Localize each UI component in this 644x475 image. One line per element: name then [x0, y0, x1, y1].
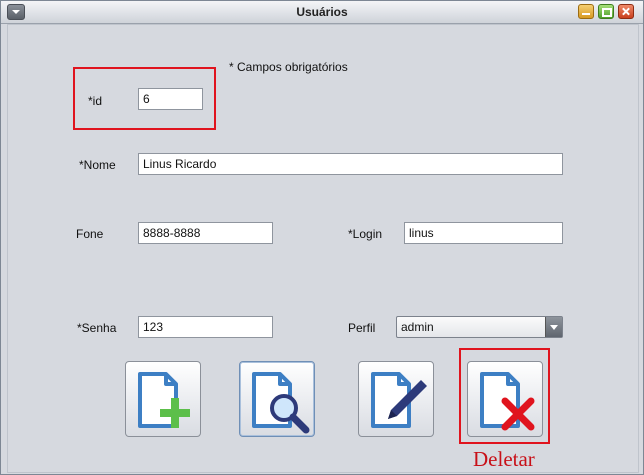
nome-field[interactable]: Linus Ricardo: [138, 153, 563, 175]
minimize-button[interactable]: [578, 4, 594, 19]
window-title: Usuários: [296, 5, 348, 19]
fone-label: Fone: [76, 227, 104, 241]
login-label: *Login: [348, 227, 383, 241]
id-label: *id: [88, 94, 103, 108]
required-fields-note: * Campos obrigatórios: [229, 60, 348, 74]
login-field[interactable]: linus: [404, 222, 563, 244]
perfil-selected-value: admin: [401, 320, 434, 334]
perfil-label: Perfil: [348, 321, 376, 335]
perfil-select[interactable]: admin: [396, 316, 563, 338]
search-button[interactable]: [239, 361, 315, 437]
delete-button[interactable]: [467, 361, 543, 437]
title-bar[interactable]: Usuários: [1, 1, 643, 24]
maximize-button[interactable]: [598, 4, 614, 19]
create-button[interactable]: [125, 361, 201, 437]
chevron-down-icon: [545, 317, 562, 337]
delete-annotation-label: Deletar: [473, 447, 535, 471]
close-window-button[interactable]: [618, 4, 634, 19]
senha-label: *Senha: [77, 321, 117, 335]
document-search-icon: [252, 372, 310, 434]
edit-button[interactable]: [358, 361, 434, 437]
document-add-icon: [138, 372, 190, 428]
users-window: Usuários * Campos obrigatórios *id 6 *No…: [0, 0, 644, 475]
senha-field[interactable]: 123: [138, 316, 273, 338]
id-field[interactable]: 6: [138, 88, 203, 110]
nome-label: *Nome: [79, 158, 116, 172]
document-edit-icon: [371, 372, 427, 428]
fone-field[interactable]: 8888-8888: [138, 222, 273, 244]
document-delete-icon: [480, 372, 535, 431]
